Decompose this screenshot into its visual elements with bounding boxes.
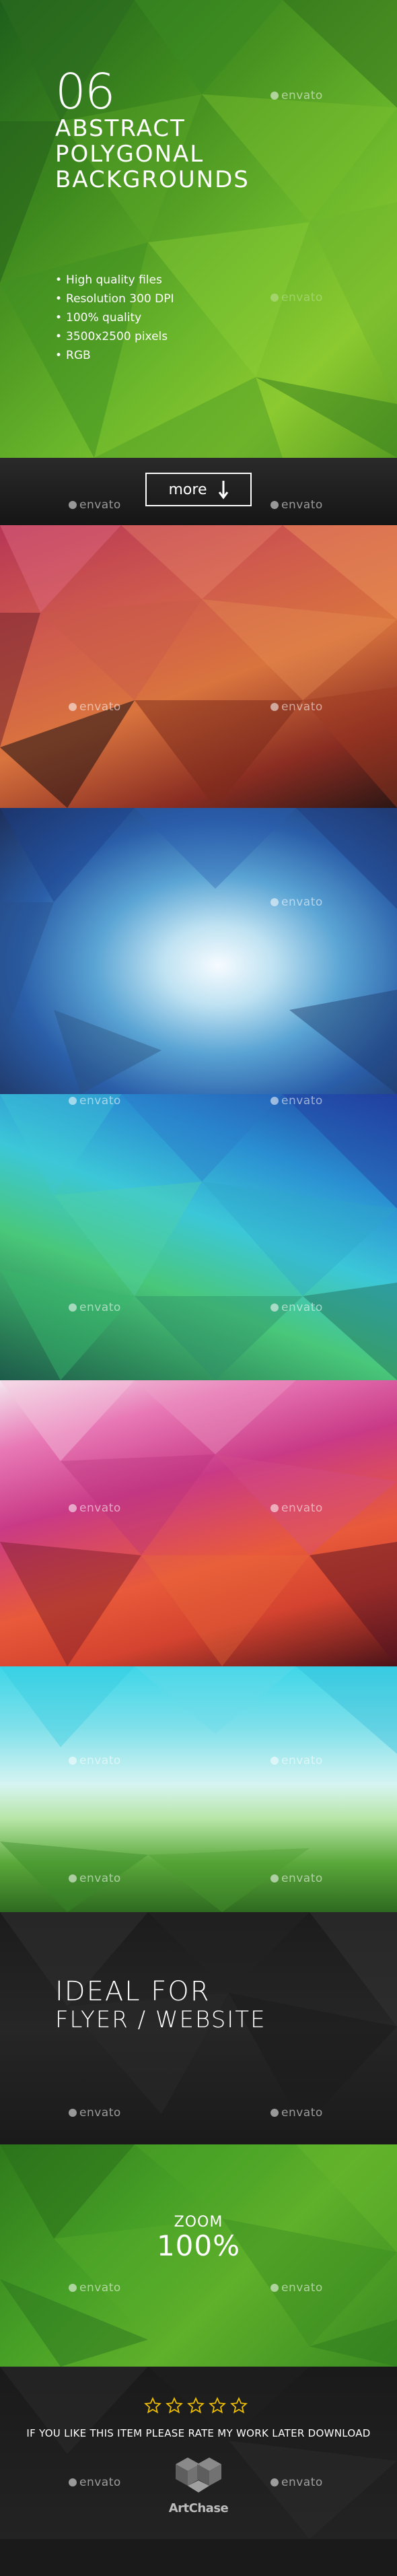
zoom-label: ZOOM [174, 2214, 223, 2231]
feature-item: High quality files [55, 271, 174, 290]
hero-title-line1: ABSTRACT [55, 115, 186, 142]
arrow-down-icon [218, 481, 228, 500]
star-icon[interactable] [187, 2397, 205, 2414]
envato-watermark: envato [69, 2281, 121, 2295]
envato-watermark: envato [270, 2281, 323, 2295]
ideal-heading: IDEAL FOR FLYER / WEBSITE [55, 1977, 266, 2033]
artchase-logo [176, 2458, 221, 2493]
preview-warm: envato envato [0, 525, 397, 808]
envato-watermark: envato [270, 291, 323, 304]
envato-watermark: envato [69, 2106, 121, 2120]
feature-list: High quality files Resolution 300 DPI 10… [55, 271, 174, 365]
hero-number: 06 [55, 63, 116, 120]
preview-sky: envato envato envato envato [0, 1666, 397, 1912]
ideal-line2: FLYER / WEBSITE [55, 2006, 266, 2033]
polygon-background [0, 808, 397, 1094]
envato-watermark: envato [69, 1872, 121, 1885]
hero-title-line3: BACKGROUNDS [55, 166, 250, 193]
envato-watermark: envato [270, 1501, 323, 1515]
rate-request-text: IF YOU LIKE THIS ITEM PLEASE RATE MY WOR… [26, 2427, 371, 2439]
envato-watermark: envato [270, 1301, 323, 1314]
envato-watermark: envato [270, 700, 323, 714]
rating-stars[interactable] [144, 2397, 248, 2414]
zoom-value: 100% [156, 2229, 241, 2262]
feature-item: RGB [55, 346, 174, 365]
footer-section: IF YOU LIKE THIS ITEM PLEASE RATE MY WOR… [0, 2367, 397, 2539]
ideal-line1: IDEAL FOR [55, 1976, 211, 2007]
envato-watermark: envato [270, 1094, 323, 1108]
envato-watermark: envato [270, 1872, 323, 1885]
preview-pink: envato envato [0, 1380, 397, 1666]
hero-title: 06 ABSTRACT POLYGONAL BACKGROUNDS [55, 67, 250, 193]
envato-watermark: envato [69, 1094, 121, 1108]
brand-name: ArtChase [168, 2501, 229, 2515]
star-icon[interactable] [144, 2397, 161, 2414]
envato-watermark: envato [270, 498, 323, 512]
envato-watermark: envato [69, 700, 121, 714]
envato-watermark: envato [69, 1301, 121, 1314]
feature-item: 100% quality [55, 308, 174, 327]
envato-watermark: envato [69, 1754, 121, 1767]
envato-watermark: envato [69, 1501, 121, 1515]
preview-blue: envato [0, 808, 397, 1094]
feature-item: 3500x2500 pixels [55, 327, 174, 346]
hero-section: 06 ABSTRACT POLYGONAL BACKGROUNDS High q… [0, 0, 397, 458]
envato-watermark: envato [270, 2106, 323, 2120]
envato-watermark: envato [69, 498, 121, 512]
envato-watermark: envato [270, 1754, 323, 1767]
more-strip: more envato envato [0, 458, 397, 525]
preview-cyan: envato envato envato envato [0, 1094, 397, 1380]
envato-watermark: envato [270, 89, 323, 102]
star-icon[interactable] [209, 2397, 226, 2414]
more-button-label: more [168, 481, 207, 498]
zoom-section: ZOOM 100% envato envato [0, 2144, 397, 2367]
envato-watermark: envato [69, 2476, 121, 2489]
star-icon[interactable] [166, 2397, 183, 2414]
polygon-background [0, 525, 397, 808]
star-icon[interactable] [230, 2397, 248, 2414]
polygon-background [0, 1380, 397, 1666]
envato-watermark: envato [270, 2476, 323, 2489]
polygon-background [0, 1666, 397, 1912]
feature-item: Resolution 300 DPI [55, 290, 174, 308]
ideal-section: IDEAL FOR FLYER / WEBSITE envato envato [0, 1912, 397, 2144]
more-button[interactable]: more [145, 473, 252, 506]
zoom-label-group: ZOOM 100% [0, 2214, 397, 2262]
envato-watermark: envato [270, 895, 323, 909]
polygon-background [0, 1094, 397, 1380]
hero-title-line2: POLYGONAL [55, 141, 205, 168]
